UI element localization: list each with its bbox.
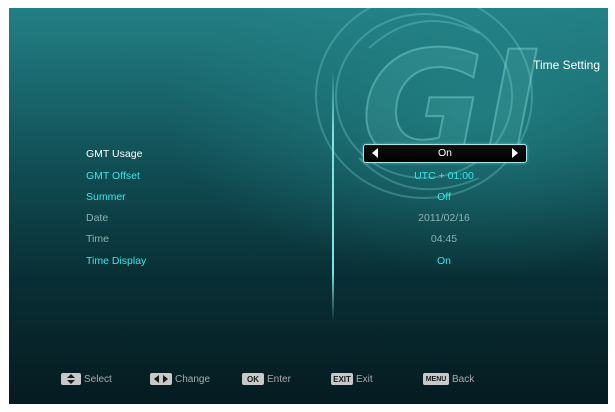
hint-change: Change bbox=[150, 372, 210, 386]
time-value: 04:45 bbox=[430, 233, 458, 245]
date-label: Date bbox=[86, 212, 109, 224]
time-label: Time bbox=[86, 233, 109, 245]
gmt-offset-label[interactable]: GMT Offset bbox=[86, 170, 140, 182]
svg-text:GI: GI bbox=[361, 20, 540, 194]
gmt-usage-label[interactable]: GMT Usage bbox=[86, 148, 142, 160]
up-down-key-icon bbox=[61, 373, 81, 385]
tv-menu-screen: GI Time Setting GMT Usage GMT Offset Sum… bbox=[9, 8, 608, 404]
gmt-usage-value: On bbox=[437, 147, 452, 159]
time-display-label[interactable]: Time Display bbox=[86, 255, 146, 267]
summer-label[interactable]: Summer bbox=[86, 191, 126, 203]
hint-change-label: Change bbox=[175, 373, 211, 385]
arrow-left-icon[interactable] bbox=[372, 148, 378, 158]
summer-value[interactable]: Off bbox=[356, 191, 532, 203]
hint-back: MENU Back bbox=[423, 372, 474, 386]
hint-enter-label: Enter bbox=[267, 373, 291, 385]
time-display-value[interactable]: On bbox=[356, 255, 532, 267]
hint-select-label: Select bbox=[84, 373, 112, 385]
ok-key-icon: OK bbox=[242, 373, 264, 385]
left-right-key-icon bbox=[150, 373, 172, 385]
page-title: Time Setting bbox=[533, 58, 600, 72]
arrow-right-icon[interactable] bbox=[512, 148, 518, 158]
gmt-offset-value[interactable]: UTC + 01:00 bbox=[356, 170, 532, 182]
gmt-usage-selector[interactable]: On bbox=[363, 144, 527, 163]
exit-key-icon: EXIT bbox=[331, 373, 353, 385]
hint-enter: OK Enter bbox=[242, 372, 291, 386]
hint-exit-label: Exit bbox=[356, 373, 373, 385]
hint-exit: EXIT Exit bbox=[331, 372, 373, 386]
date-value: 2011/02/16 bbox=[418, 212, 470, 224]
hint-select: Select bbox=[61, 372, 112, 386]
column-divider bbox=[332, 70, 334, 322]
menu-key-icon: MENU bbox=[423, 373, 449, 385]
hint-back-label: Back bbox=[452, 373, 475, 385]
